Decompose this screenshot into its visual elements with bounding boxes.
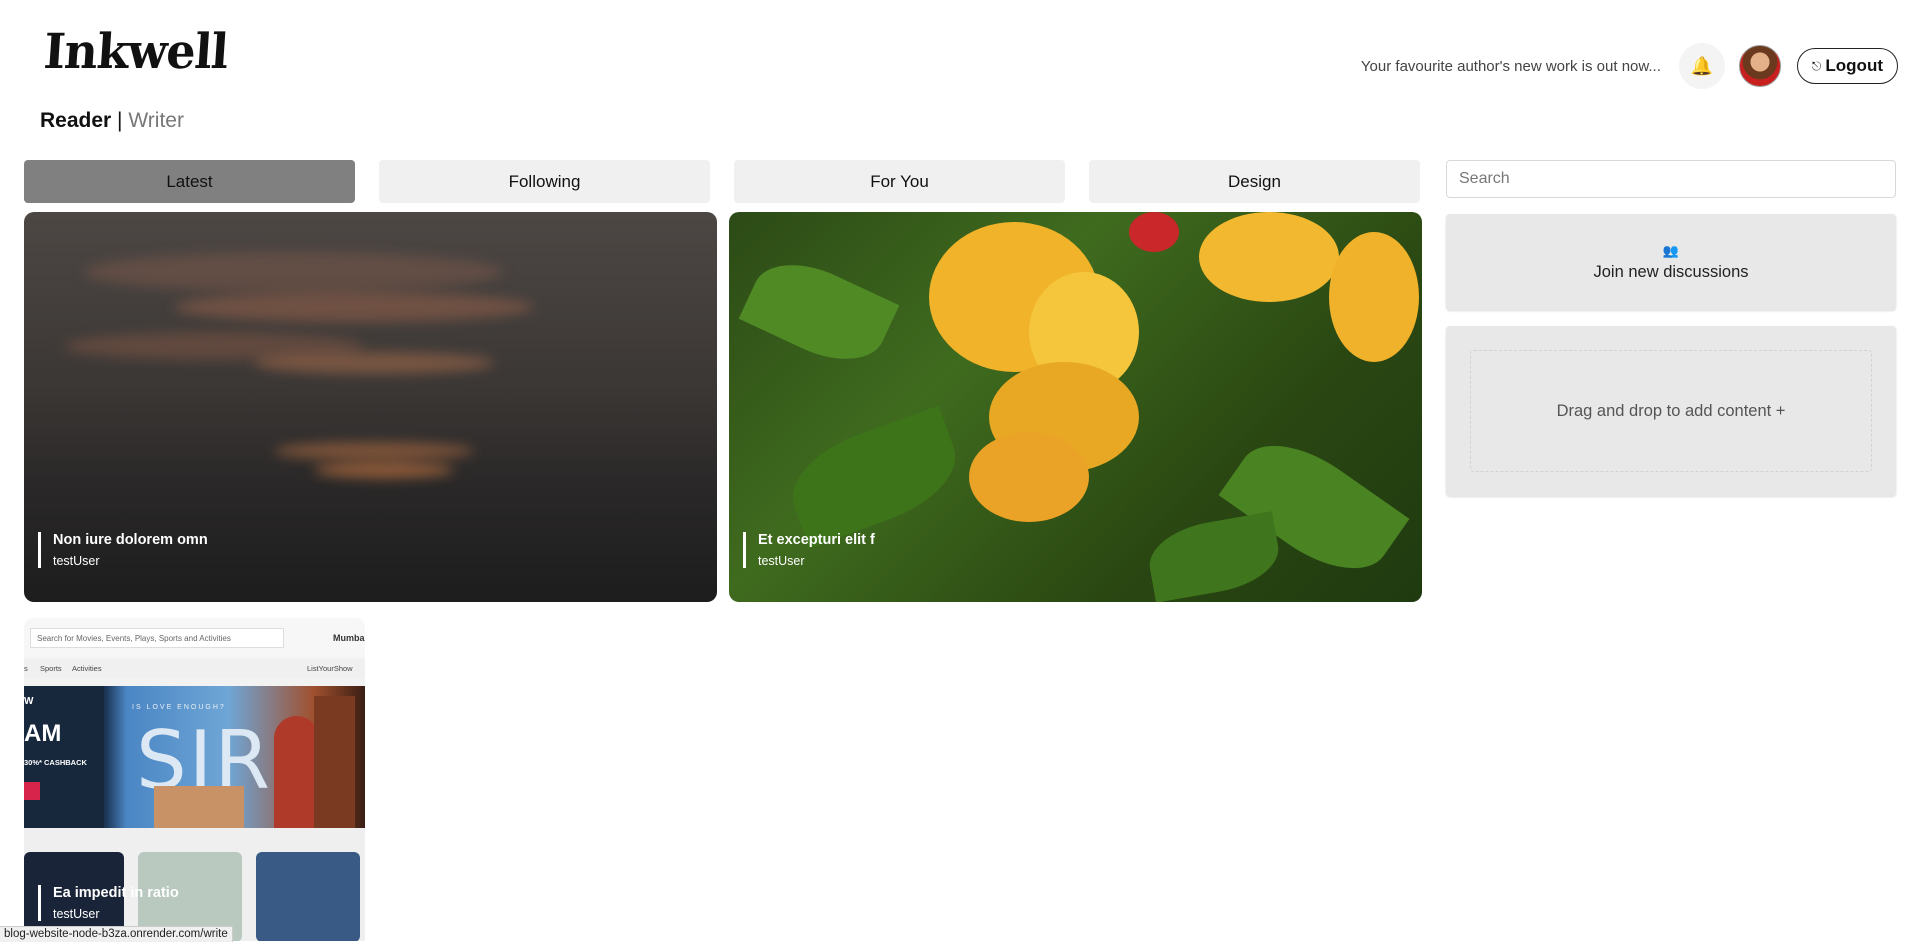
preview-banner-fragment: W <box>24 696 34 707</box>
reader-mode-link[interactable]: Reader <box>40 109 111 132</box>
dropzone-label: Drag and drop to add content + <box>1470 350 1872 472</box>
logout-label: Logout <box>1825 56 1883 75</box>
post-author: testUser <box>758 554 805 568</box>
bell-icon: 🔔 <box>1690 55 1714 76</box>
content-dropzone[interactable]: Drag and drop to add content + <box>1446 326 1896 496</box>
sidebar-search-input[interactable]: Search <box>1446 160 1896 198</box>
preview-nav-activities: Activities <box>72 664 102 673</box>
preview-nav-sports: Sports <box>40 664 62 673</box>
announcement-text: Your favourite author's new work is out … <box>1360 57 1661 75</box>
preview-nav-listyourshow: ListYourShow <box>307 664 353 673</box>
tab-following[interactable]: Following <box>379 160 710 203</box>
preview-topbar: Search for Movies, Events, Plays, Sports… <box>24 618 365 658</box>
preview-nav: s Sports Activities ListYourShow <box>24 660 365 678</box>
people-icon: 👥 <box>1662 242 1680 258</box>
preview-search: Search for Movies, Events, Plays, Sports… <box>30 628 284 648</box>
post-author: testUser <box>53 907 100 921</box>
post-card[interactable]: Non iure dolorem omn testUser <box>24 212 717 602</box>
post-card[interactable]: Search for Movies, Events, Plays, Sports… <box>24 618 365 941</box>
tab-latest[interactable]: Latest <box>24 160 355 203</box>
post-title: Et excepturi elit f <box>758 532 875 548</box>
preview-city: Mumbai <box>333 633 365 643</box>
preview-banner-button <box>24 782 40 800</box>
preview-banner-tagline: IS LOVE ENOUGH? <box>132 704 226 711</box>
post-caption: Et excepturi elit f testUser <box>743 532 875 568</box>
post-title: Ea impedit in ratio <box>53 885 179 901</box>
status-bar-url: blog-website-node-b3za.onrender.com/writ… <box>0 926 233 942</box>
post-caption: Non iure dolorem omn testUser <box>38 532 208 568</box>
writer-mode-link[interactable]: Writer <box>128 109 184 132</box>
logout-button[interactable]: ⎋ Logout <box>1796 48 1898 84</box>
notifications-button[interactable]: 🔔 <box>1678 43 1725 89</box>
tab-design[interactable]: Design <box>1089 160 1420 203</box>
join-discussions-card[interactable]: 👥 Join new discussions <box>1446 214 1896 310</box>
post-caption: Ea impedit in ratio testUser <box>38 885 179 921</box>
preview-cashback: 30%* CASHBACK <box>24 758 87 767</box>
feed-tabs: Latest Following For You Design <box>24 160 1420 203</box>
inkwell-logo[interactable]: Inkwell <box>42 23 229 80</box>
mode-switch: Reader | Writer <box>40 109 184 133</box>
user-avatar[interactable] <box>1738 45 1781 87</box>
mode-separator: | <box>117 109 123 132</box>
preview-banner-big: AM <box>24 720 62 747</box>
join-discussions-label: Join new discussions <box>1593 262 1749 281</box>
post-card[interactable]: Et excepturi elit f testUser <box>729 212 1422 602</box>
tab-for-you[interactable]: For You <box>734 160 1065 203</box>
post-author: testUser <box>53 554 100 568</box>
header-actions: Your favourite author's new work is out … <box>1360 43 1898 89</box>
preview-banner: W AM 30%* CASHBACK IS LOVE ENOUGH? SIR <box>24 686 365 828</box>
post-title: Non iure dolorem omn <box>53 532 208 548</box>
preview-nav-fragment: s <box>24 664 28 673</box>
logout-icon: ⎋ <box>1811 58 1822 73</box>
